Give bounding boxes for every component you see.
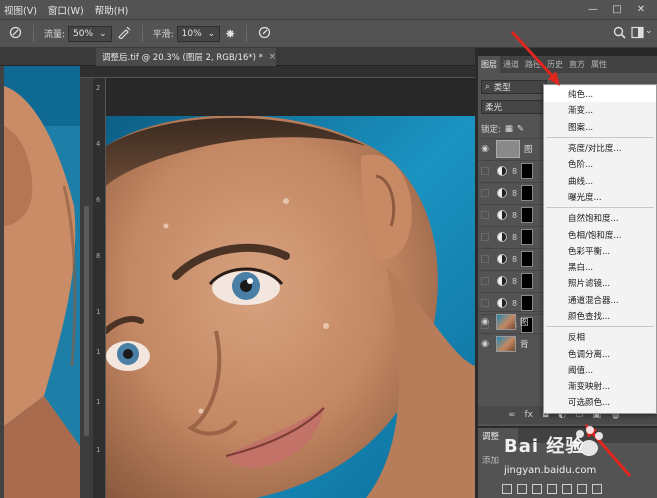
watermark-url: jingyan.baidu.com xyxy=(504,465,597,476)
watermark-text: Bai 经验 xyxy=(504,436,585,457)
annotation-arrows xyxy=(510,30,632,477)
arrow-to-menu xyxy=(510,30,558,82)
watermark: Bai 经验 jingyan.baidu.com xyxy=(504,432,596,476)
